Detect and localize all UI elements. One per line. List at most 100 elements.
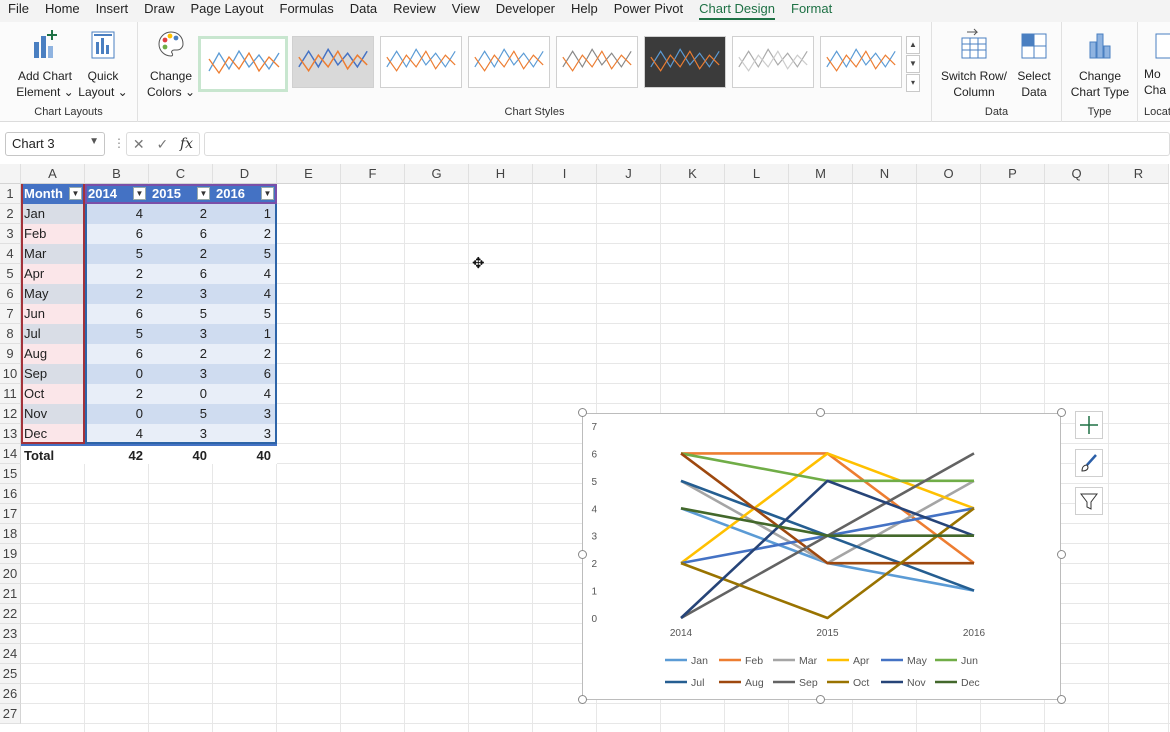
column-header-q[interactable]: Q: [1045, 164, 1109, 184]
chart-filters-button[interactable]: [1075, 487, 1103, 515]
chart-style-2[interactable]: [292, 36, 374, 88]
value-cell[interactable]: 0: [85, 404, 149, 424]
value-cell[interactable]: 4: [213, 264, 277, 284]
tab-power-pivot[interactable]: Power Pivot: [606, 0, 691, 22]
value-cell[interactable]: 3: [213, 404, 277, 424]
resize-handle[interactable]: [578, 408, 587, 417]
tab-review[interactable]: Review: [385, 0, 444, 22]
total-cell[interactable]: Total: [21, 444, 85, 464]
column-header-a[interactable]: A: [21, 164, 85, 184]
month-cell[interactable]: Jun: [21, 304, 85, 324]
chart-elements-button[interactable]: [1075, 411, 1103, 439]
chart-style-8[interactable]: [820, 36, 902, 88]
insert-function-icon[interactable]: fx: [180, 136, 193, 152]
name-box[interactable]: Chart 3 ▼: [5, 132, 105, 156]
value-cell[interactable]: 2: [149, 204, 213, 224]
row-header-14[interactable]: 14: [0, 444, 21, 464]
tab-help[interactable]: Help: [563, 0, 606, 22]
month-cell[interactable]: Aug: [21, 344, 85, 364]
row-header-15[interactable]: 15: [0, 464, 21, 484]
tab-format[interactable]: Format: [783, 0, 840, 22]
chart-style-7[interactable]: [732, 36, 814, 88]
column-header-h[interactable]: H: [469, 164, 533, 184]
resize-handle[interactable]: [1057, 550, 1066, 559]
line-chart[interactable]: 0 1 2 3 4 5 6 7 2014 2015 2016 Jan Feb Mar Apr May Jun Ju…: [582, 413, 1061, 700]
month-cell[interactable]: Oct: [21, 384, 85, 404]
change-chart-type-button[interactable]: Change Chart Type: [1066, 28, 1134, 100]
value-cell[interactable]: 4: [213, 384, 277, 404]
total-cell[interactable]: 40: [149, 444, 213, 464]
row-header-13[interactable]: 13: [0, 424, 21, 444]
select-all-corner[interactable]: [0, 164, 21, 184]
row-header-8[interactable]: 8: [0, 324, 21, 344]
quick-layout-button[interactable]: Quick Layout ⌄: [78, 28, 128, 100]
column-header-g[interactable]: G: [405, 164, 469, 184]
column-header-n[interactable]: N: [853, 164, 917, 184]
tab-chart-design[interactable]: Chart Design: [691, 0, 783, 22]
value-cell[interactable]: 2: [85, 284, 149, 304]
month-cell[interactable]: Nov: [21, 404, 85, 424]
value-cell[interactable]: 4: [85, 204, 149, 224]
table-header-cell[interactable]: 2015 ▼: [149, 184, 213, 204]
column-header-r[interactable]: R: [1109, 164, 1169, 184]
tab-draw[interactable]: Draw: [136, 0, 182, 22]
change-colors-button[interactable]: Change Colors ⌄: [146, 28, 196, 100]
value-cell[interactable]: 1: [213, 324, 277, 344]
row-header-22[interactable]: 22: [0, 604, 21, 624]
total-cell[interactable]: 40: [213, 444, 277, 464]
chart-style-4[interactable]: [468, 36, 550, 88]
gallery-more-icon[interactable]: ▾: [906, 74, 920, 92]
column-header-e[interactable]: E: [277, 164, 341, 184]
value-cell[interactable]: 6: [85, 224, 149, 244]
select-data-button[interactable]: Select Data: [1012, 28, 1056, 100]
chevron-down-icon[interactable]: ▼: [89, 136, 99, 147]
value-cell[interactable]: 2: [213, 224, 277, 244]
month-cell[interactable]: Feb: [21, 224, 85, 244]
row-header-19[interactable]: 19: [0, 544, 21, 564]
row-header-16[interactable]: 16: [0, 484, 21, 504]
value-cell[interactable]: 1: [213, 204, 277, 224]
formula-input[interactable]: [204, 132, 1170, 156]
value-cell[interactable]: 3: [213, 424, 277, 444]
chart-styles-button[interactable]: [1075, 449, 1103, 477]
column-header-d[interactable]: D: [213, 164, 277, 184]
value-cell[interactable]: 4: [213, 284, 277, 304]
tab-home[interactable]: Home: [37, 0, 88, 22]
filter-dropdown-icon[interactable]: ▼: [197, 187, 210, 200]
table-header-cell[interactable]: Month ▼: [21, 184, 85, 204]
value-cell[interactable]: 0: [149, 384, 213, 404]
column-header-j[interactable]: J: [597, 164, 661, 184]
value-cell[interactable]: 4: [85, 424, 149, 444]
chart-style-6[interactable]: [644, 36, 726, 88]
row-header-17[interactable]: 17: [0, 504, 21, 524]
row-header-5[interactable]: 5: [0, 264, 21, 284]
chart-style-3[interactable]: [380, 36, 462, 88]
month-cell[interactable]: Sep: [21, 364, 85, 384]
month-cell[interactable]: Jul: [21, 324, 85, 344]
row-header-3[interactable]: 3: [0, 224, 21, 244]
tab-file[interactable]: File: [0, 0, 37, 22]
move-chart-button[interactable]: Mo Cha: [1144, 28, 1170, 98]
resize-handle[interactable]: [578, 550, 587, 559]
value-cell[interactable]: 5: [149, 404, 213, 424]
filter-dropdown-icon[interactable]: ▼: [261, 187, 274, 200]
table-header-cell[interactable]: 2014 ▼: [85, 184, 149, 204]
row-header-25[interactable]: 25: [0, 664, 21, 684]
value-cell[interactable]: 3: [149, 424, 213, 444]
row-header-4[interactable]: 4: [0, 244, 21, 264]
row-header-9[interactable]: 9: [0, 344, 21, 364]
value-cell[interactable]: 3: [149, 324, 213, 344]
value-cell[interactable]: 6: [85, 344, 149, 364]
gallery-down-icon[interactable]: ▼: [906, 55, 920, 73]
table-header-cell[interactable]: 2016 ▼: [213, 184, 277, 204]
chart-style-5[interactable]: [556, 36, 638, 88]
value-cell[interactable]: 6: [149, 264, 213, 284]
column-header-b[interactable]: B: [85, 164, 149, 184]
resize-handle[interactable]: [816, 695, 825, 704]
row-header-6[interactable]: 6: [0, 284, 21, 304]
row-header-1[interactable]: 1: [0, 184, 21, 204]
month-cell[interactable]: Jan: [21, 204, 85, 224]
chart-style-1[interactable]: [198, 36, 288, 92]
value-cell[interactable]: 3: [149, 284, 213, 304]
value-cell[interactable]: 3: [149, 364, 213, 384]
